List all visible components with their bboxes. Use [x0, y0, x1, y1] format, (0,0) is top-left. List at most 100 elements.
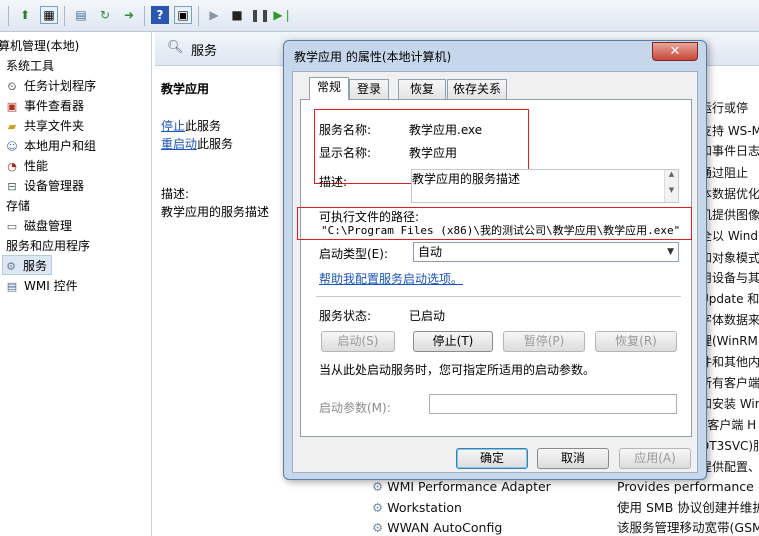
action-pane-icon[interactable]: ▣: [174, 6, 192, 24]
play-icon[interactable]: ▶: [205, 6, 223, 24]
pause-button[interactable]: 暂停(P): [503, 331, 585, 352]
tree-services-apps-label: 服务和应用程序: [6, 239, 91, 253]
properties-dialog: 教学应用 的属性(本地计算机) ✕ 常规 登录 恢复 依存关系 服务名称: 教学…: [283, 40, 707, 480]
divider: [316, 296, 681, 297]
service-desc: 该服务管理移动宽带(GSM: [617, 520, 759, 535]
close-button[interactable]: ✕: [652, 42, 698, 61]
tree-item-performance[interactable]: ◔ 性能: [4, 156, 48, 176]
description-scrollbar[interactable]: ▲ ▼: [664, 170, 678, 202]
restart-icon[interactable]: ▶❘: [273, 6, 292, 24]
export-icon[interactable]: ▤: [72, 6, 90, 24]
export-list-icon[interactable]: ➜: [120, 6, 138, 24]
selected-service-name: 教学应用: [161, 82, 210, 96]
tab-recovery[interactable]: 恢复: [398, 79, 446, 99]
tree-item-shared-folders[interactable]: ▰ 共享文件夹: [4, 116, 84, 136]
tree-item-disk-management[interactable]: ▭ 磁盘管理: [4, 216, 72, 236]
gear-icon: ⚙: [372, 500, 384, 515]
service-name: Workstation: [387, 500, 462, 515]
stop-button[interactable]: 停止(T): [413, 331, 493, 352]
cancel-button[interactable]: 取消: [537, 448, 609, 469]
service-desc-fragment: 理(WinRM: [700, 334, 758, 348]
service-desc-fragment: 全以 Wind: [700, 229, 758, 243]
pause-icon[interactable]: ❚❚: [250, 6, 270, 24]
stop-icon[interactable]: ■: [228, 6, 246, 24]
properties-icon[interactable]: ▦: [40, 6, 58, 24]
tree-item-label: 任务计划程序: [24, 79, 97, 93]
tree-item-services[interactable]: ⚙ 服务: [2, 255, 52, 275]
refresh-icon[interactable]: ↻: [96, 6, 114, 24]
service-status-label: 服务状态:: [319, 309, 372, 323]
tree-item-local-users[interactable]: ☺ 本地用户和组: [4, 136, 96, 156]
tree-item-wmi[interactable]: ▤ WMI 控件: [4, 276, 78, 296]
console-tree: 算机管理(本地) 系统工具 ⏲ 任务计划程序 ▣ 事件查看器 ▰ 共享文件夹 ☺ 本地用…: [0, 32, 152, 536]
chevron-down-icon: ▼: [667, 247, 674, 257]
general-tab-page: 服务名称: 教学应用.exe 显示名称: 教学应用 描述: 教学应用的服务描述 …: [297, 99, 692, 437]
restart-service-suffix: 此服务: [197, 137, 234, 151]
service-desc-fragment: 通过阻止: [700, 166, 749, 180]
table-row[interactable]: ⚙ WWAN AutoConfig: [372, 518, 502, 536]
restart-service-link[interactable]: 重启动: [161, 137, 197, 151]
tree-item-label: 事件查看器: [24, 99, 85, 113]
service-desc-fragment: 提供配置、: [700, 460, 759, 474]
tree-services-apps[interactable]: 服务和应用程序: [6, 236, 90, 256]
start-button[interactable]: 启动(S): [321, 331, 395, 352]
service-desc-fragment: 本数据优化: [700, 187, 759, 201]
service-name: WMI Performance Adapter: [387, 479, 551, 494]
tree-item-label: WMI 控件: [24, 279, 78, 293]
tree-item-device-manager[interactable]: ⊟ 设备管理器: [4, 176, 84, 196]
service-desc-fragment: 用设备与其: [700, 271, 759, 285]
tab-general[interactable]: 常规: [309, 77, 349, 100]
service-desc-fragment: 支持 WS-M: [700, 124, 759, 138]
tree-storage[interactable]: 存储: [6, 196, 30, 216]
gear-icon: ⚙: [372, 520, 384, 535]
tree-item-label: 共享文件夹: [24, 119, 85, 133]
toolbar-separator: [8, 6, 9, 26]
table-row[interactable]: ⚙ WMI Performance Adapter: [372, 477, 551, 497]
tree-root[interactable]: 算机管理(本地): [0, 36, 79, 56]
service-desc-fragment: 字体数据来: [700, 313, 759, 327]
tree-item-task-scheduler[interactable]: ⏲ 任务计划程序: [4, 76, 96, 96]
startup-type-select[interactable]: 自动 ▼: [413, 242, 679, 262]
service-desc-fragment: 件和其他内: [700, 355, 759, 369]
stop-service-link[interactable]: 停止: [161, 119, 185, 133]
tab-dependencies[interactable]: 依存关系: [447, 79, 507, 99]
service-desc-fragment: Y客户端 H: [700, 418, 757, 432]
tree-item-label: 服务: [23, 259, 48, 273]
service-name: WWAN AutoConfig: [387, 520, 503, 535]
start-params-input[interactable]: [429, 394, 677, 414]
service-desc-fragment: 和事件日志: [700, 144, 759, 158]
device-manager-icon: ⊟: [7, 179, 17, 193]
toolbar: ⬆ ▦ ▤ ↻ ➜ ? ▣ ▶ ■ ❚❚ ▶❘: [0, 0, 759, 32]
stop-service-line: 停止此服务: [161, 117, 221, 134]
resume-button[interactable]: 恢复(R): [595, 331, 677, 352]
disk-icon: ▭: [6, 219, 18, 233]
apply-button[interactable]: 应用(A): [619, 448, 691, 469]
description-text: 教学应用的服务描述: [161, 205, 270, 219]
toolbar-separator: [144, 6, 145, 26]
service-name-label: 服务名称:: [319, 123, 372, 137]
performance-icon: ◔: [7, 159, 17, 173]
page-title: 服务: [191, 44, 218, 59]
stop-service-suffix: 此服务: [185, 119, 222, 133]
service-desc-fragment: 运行或停: [700, 101, 749, 115]
ok-button[interactable]: 确定: [456, 448, 528, 469]
startup-type-value: 自动: [418, 245, 443, 259]
table-row[interactable]: ⚙ Workstation: [372, 498, 462, 518]
shared-folder-icon: ▰: [7, 119, 17, 133]
display-name-value: 教学应用: [409, 146, 458, 160]
help-icon[interactable]: ?: [151, 6, 169, 24]
clock-icon: ⏲: [7, 79, 17, 93]
toolbar-separator: [64, 6, 65, 26]
tree-item-label: 磁盘管理: [24, 219, 73, 233]
search-icon: 🔍︎: [167, 40, 184, 55]
tree-item-label: 设备管理器: [24, 179, 85, 193]
tab-logon[interactable]: 登录: [349, 79, 389, 99]
display-name-label: 显示名称:: [319, 146, 372, 160]
description-field[interactable]: 教学应用的服务描述 ▲ ▼: [411, 169, 679, 203]
service-desc: Provides performance lib: [617, 479, 759, 494]
tree-item-event-viewer[interactable]: ▣ 事件查看器: [4, 96, 84, 116]
folder-up-icon[interactable]: ⬆: [16, 6, 34, 24]
help-config-link[interactable]: 帮助我配置服务启动选项。: [319, 270, 463, 287]
gear-icon: ⚙: [6, 259, 16, 273]
tree-system-tools[interactable]: 系统工具: [6, 56, 54, 76]
